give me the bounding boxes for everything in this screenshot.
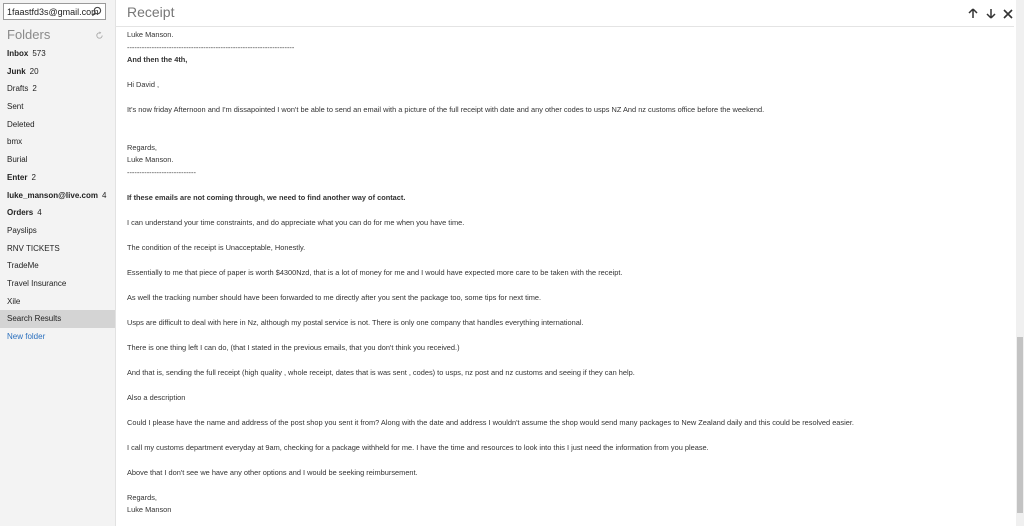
folder-label: Xile <box>7 296 21 306</box>
folder-label: Search Results <box>7 314 62 324</box>
message-line: ----------------------------------------… <box>127 43 295 52</box>
folder-item[interactable]: Inbox 573 <box>0 45 115 63</box>
message-line: Essentially to me that piece of paper is… <box>127 268 623 277</box>
search-icon[interactable] <box>91 6 102 17</box>
folder-unread-count: 2 <box>32 84 37 94</box>
folder-item[interactable]: Drafts 2 <box>0 80 115 98</box>
message-line: And then the 4th, <box>127 55 188 64</box>
new-folder-link[interactable]: New folder <box>0 328 115 346</box>
message-line: There is one thing left I can do, (that … <box>127 343 460 352</box>
folder-item[interactable]: Sent <box>0 98 115 116</box>
message-actions <box>966 6 1014 24</box>
message-line: The condition of the receipt is Unaccept… <box>127 243 306 252</box>
folder-item[interactable]: Xile <box>0 293 115 311</box>
arrow-down-icon[interactable] <box>985 8 997 20</box>
folder-unread-count: 4 <box>101 190 107 200</box>
message-line: Hi David , <box>127 80 160 89</box>
folder-item[interactable]: TradeMe <box>0 257 115 275</box>
folder-item[interactable]: luke_manson@live.com 4 <box>0 187 115 205</box>
message-line: Luke Manson. <box>127 155 174 164</box>
account-email: 1faastfd3s@gmail.com <box>7 7 99 17</box>
account-search-field[interactable]: 1faastfd3s@gmail.com <box>3 3 106 20</box>
folder-unread-count: 4 <box>37 208 42 218</box>
folder-item[interactable]: bmx <box>0 133 115 151</box>
message-line: I can understand your time constraints, … <box>127 218 465 227</box>
folder-unread-count: 2 <box>31 172 36 182</box>
folder-label: Enter <box>7 172 28 182</box>
refresh-icon[interactable] <box>95 31 104 40</box>
folder-label: Junk <box>7 66 26 76</box>
message-line: It's now friday Afternoon and I'm dissap… <box>127 105 765 114</box>
folder-item[interactable]: Enter 2 <box>0 169 115 187</box>
folder-label: TradeMe <box>7 261 39 271</box>
message-subject: Receipt <box>127 4 175 20</box>
folder-item[interactable]: Search Results <box>0 310 115 328</box>
scrollbar[interactable] <box>1016 0 1024 526</box>
message-line: ---------------------------- <box>127 168 196 177</box>
folders-heading: Folders <box>7 27 51 42</box>
message-line: Above that I don't see we have any other… <box>127 468 418 477</box>
folder-label: Deleted <box>7 119 35 129</box>
arrow-up-icon[interactable] <box>967 8 979 20</box>
sidebar: 1faastfd3s@gmail.com Folders Inbox 573 Jun… <box>0 0 116 526</box>
message-line: I call my customs department everyday at… <box>127 443 709 452</box>
message-line: Regards, <box>127 143 157 152</box>
folder-label: Payslips <box>7 225 37 235</box>
message-line: Luke Manson <box>127 505 172 514</box>
folder-label: Travel Insurance <box>7 278 67 288</box>
close-icon[interactable] <box>1002 9 1014 21</box>
folder-item[interactable]: Payslips <box>0 222 115 240</box>
folder-unread-count: 573 <box>32 49 46 58</box>
folder-item[interactable]: Travel Insurance <box>0 275 115 293</box>
message-line: And that is, sending the full receipt (h… <box>127 368 635 377</box>
folder-unread-count: 20 <box>29 66 39 76</box>
message-line: As well the tracking number should have … <box>127 293 542 302</box>
folder-label: Sent <box>7 102 24 112</box>
header-divider <box>115 26 1014 27</box>
message-line: Luke Manson. <box>127 30 174 39</box>
folder-label: bmx <box>7 137 23 147</box>
folder-label: luke_manson@live.com <box>7 190 98 200</box>
scrollbar-thumb[interactable] <box>1017 337 1023 513</box>
folder-item[interactable]: Burial <box>0 151 115 169</box>
message-line: Regards, <box>127 493 157 502</box>
folder-item[interactable]: Orders 4 <box>0 204 115 222</box>
folder-item[interactable]: Deleted <box>0 116 115 134</box>
message-line: Also a description <box>127 393 186 402</box>
folder-item[interactable]: Junk 20 <box>0 63 115 81</box>
folder-label: Burial <box>7 155 28 165</box>
folder-label: RNV TICKETS <box>7 243 60 253</box>
folder-list: Inbox 573 Junk 20 Drafts 2 Sent Deleted bmx Buria… <box>0 45 115 346</box>
folder-item[interactable]: RNV TICKETS <box>0 240 115 258</box>
message-line: Usps are difficult to deal with here in … <box>127 318 584 327</box>
folder-label: Orders <box>7 208 34 218</box>
folder-label: Inbox <box>7 49 29 58</box>
folder-label: Drafts <box>7 84 29 94</box>
message-line: If these emails are not coming through, … <box>127 193 406 202</box>
message-line: Could I please have the name and address… <box>127 418 854 427</box>
